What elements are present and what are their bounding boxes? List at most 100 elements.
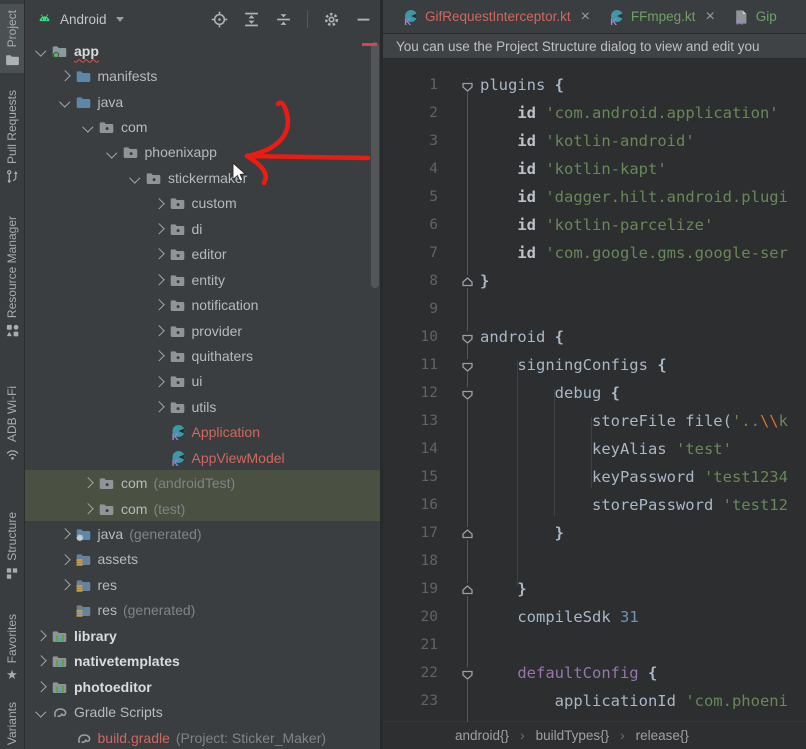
chevron-down-icon[interactable] [32, 708, 50, 716]
tree-row-phoenixapp[interactable]: phoenixapp [24, 140, 380, 165]
code-text: keyAlias 'test' [480, 440, 806, 458]
tree-row-com[interactable]: com(androidTest) [24, 470, 380, 495]
close-tab-icon[interactable]: × [705, 9, 714, 25]
chevron-right-icon[interactable] [56, 530, 74, 538]
chevron-right-icon[interactable] [79, 479, 97, 487]
line-number: 11 [383, 357, 454, 373]
chevron-right-icon[interactable] [32, 657, 50, 665]
tree-row-stickermaker[interactable]: stickermaker [24, 165, 380, 190]
fold-close-icon[interactable] [454, 583, 480, 596]
code-viewport[interactable]: 1plugins {2 id 'com.android.application'… [383, 58, 806, 722]
project-view-selector[interactable]: Android [36, 12, 124, 27]
tool-stripe-button-pull-requests[interactable]: Pull Requests [0, 90, 24, 184]
tree-row-appviewmodel[interactable]: KAppViewModel [24, 445, 380, 470]
tree-row-gradle-scripts[interactable]: Gradle Scripts [24, 699, 380, 724]
tree-row-di[interactable]: di [24, 216, 380, 241]
collapse-all-icon[interactable] [275, 11, 292, 28]
editor-area[interactable]: KGifRequestInterceptor.kt×KFFmpeg.kt×KGi… [383, 0, 806, 749]
tree-row-custom[interactable]: custom [24, 191, 380, 216]
fold-close-icon[interactable] [454, 527, 480, 540]
chevron-right-icon[interactable] [32, 632, 50, 640]
tree-row-java[interactable]: java(generated) [24, 521, 380, 546]
close-tab-icon[interactable]: × [581, 9, 590, 25]
chevron-right-icon[interactable] [150, 301, 168, 309]
expand-all-icon[interactable] [243, 11, 260, 28]
tree-row-entity[interactable]: entity [24, 267, 380, 292]
chevron-down-icon[interactable] [56, 98, 74, 106]
tool-stripe-button-resource-manager[interactable]: Resource Manager [0, 216, 24, 338]
chevron-right-icon[interactable] [150, 327, 168, 335]
chevron-down-icon[interactable] [32, 47, 50, 55]
chevron-right-icon[interactable] [79, 505, 97, 513]
tree-row-com[interactable]: com [24, 114, 380, 139]
chevron-right-icon[interactable] [150, 250, 168, 258]
fold-open-icon[interactable] [454, 667, 480, 680]
settings-gear-icon[interactable] [323, 11, 340, 28]
tree-row-app[interactable]: app [24, 38, 380, 63]
module-folder [51, 653, 68, 669]
tree-row-manifests[interactable]: manifests [24, 63, 380, 88]
editor-tab-gifrequestinterceptor-kt[interactable]: KGifRequestInterceptor.kt× [393, 0, 599, 33]
chevron-right-icon[interactable] [150, 403, 168, 411]
fold-open-icon[interactable] [454, 79, 480, 92]
tree-row-build-gradle[interactable]: build.gradle(Project: Sticker_Maker) [24, 725, 380, 749]
chevron-right-icon[interactable] [56, 556, 74, 564]
fold-open-icon[interactable] [454, 331, 480, 344]
tree-item-label: java [98, 94, 124, 110]
tool-stripe-button-structure[interactable]: Structure [0, 512, 24, 581]
breadcrumb-item-release[interactable]: release{} [636, 728, 689, 743]
tree-row-res[interactable]: res(generated) [24, 598, 380, 623]
tree-row-com[interactable]: com(test) [24, 496, 380, 521]
tree-row-assets[interactable]: assets [24, 547, 380, 572]
chevron-right-icon[interactable] [150, 352, 168, 360]
tree-item-label: res [98, 577, 117, 593]
tree-row-quithaters[interactable]: quithaters [24, 343, 380, 368]
tool-stripe-button-project[interactable]: Project [0, 4, 24, 73]
chevron-down-icon[interactable] [79, 123, 97, 131]
locate-icon[interactable] [211, 11, 228, 28]
breadcrumb-item-android[interactable]: android{} [455, 728, 509, 743]
tool-stripe-button-adb-wi-fi[interactable]: ADB Wi-Fi [0, 386, 24, 462]
tree-row-nativetemplates[interactable]: nativetemplates [24, 649, 380, 674]
code-text: signingConfigs { [480, 356, 806, 374]
line-number: 7 [383, 245, 454, 261]
tree-row-provider[interactable]: provider [24, 318, 380, 343]
project-scrollbar[interactable] [371, 42, 379, 288]
fold-open-icon[interactable] [454, 359, 480, 372]
gradle-icon [75, 730, 92, 746]
star-icon: ★ [6, 668, 18, 681]
editor-tab-gip[interactable]: KGip [724, 0, 786, 33]
chevron-right-icon[interactable] [150, 276, 168, 284]
folder-assets [75, 602, 92, 618]
tree-row-ui[interactable]: ui [24, 369, 380, 394]
tool-stripe-button-favorites[interactable]: Favorites★ [0, 614, 24, 681]
fold-open-icon[interactable] [454, 387, 480, 400]
hide-panel-icon[interactable] [355, 11, 372, 28]
tree-row-notification[interactable]: notification [24, 292, 380, 317]
tree-row-library[interactable]: library [24, 623, 380, 648]
project-panel-toolbar [211, 10, 372, 28]
fold-close-icon[interactable] [454, 275, 480, 288]
chevron-right-icon[interactable] [150, 378, 168, 386]
editor-tab-ffmpeg-kt[interactable]: KFFmpeg.kt× [599, 0, 724, 33]
notification-banner-text: You can use the Project Structure dialog… [396, 39, 759, 54]
chevron-right-icon[interactable] [32, 683, 50, 691]
code-text: defaultConfig { [480, 664, 806, 682]
tree-row-photoeditor[interactable]: photoeditor [24, 674, 380, 699]
chevron-right-icon[interactable] [56, 72, 74, 80]
chevron-down-icon[interactable] [103, 149, 121, 157]
tree-row-editor[interactable]: editor [24, 242, 380, 267]
breadcrumb-item-buildTypes[interactable]: buildTypes{} [536, 728, 610, 743]
folder-package [169, 373, 186, 389]
kotlin-file-icon: K [733, 9, 749, 25]
chevron-right-icon[interactable] [150, 200, 168, 208]
tree-row-utils[interactable]: utils [24, 394, 380, 419]
folder-package [98, 475, 115, 491]
chevron-down-icon[interactable] [126, 174, 144, 182]
chevron-right-icon[interactable] [150, 225, 168, 233]
chevron-right-icon[interactable] [56, 581, 74, 589]
tool-stripe-button-variants[interactable]: Variants [0, 702, 24, 745]
tree-row-res[interactable]: res [24, 572, 380, 597]
tree-row-java[interactable]: java [24, 89, 380, 114]
tree-row-application[interactable]: KApplication [24, 420, 380, 445]
